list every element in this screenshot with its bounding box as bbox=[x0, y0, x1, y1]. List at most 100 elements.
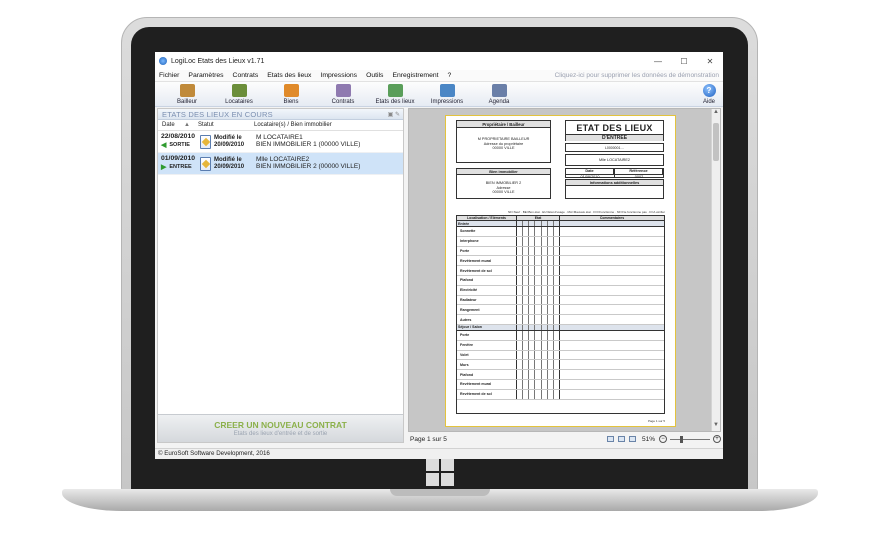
zoom-slider-thumb[interactable] bbox=[680, 435, 684, 443]
zoom-out-icon[interactable]: − bbox=[659, 435, 667, 443]
menu-impressions[interactable]: Impressions bbox=[320, 72, 357, 79]
new-contract-button[interactable]: CREER UN NOUVEAU CONTRAT Etats des lieux… bbox=[158, 414, 403, 442]
list-item[interactable]: 22/08/2010 ◀ SORTIE Modifié le 20/09/201… bbox=[158, 131, 403, 153]
toolbar-label: Agenda bbox=[488, 99, 510, 105]
zoom-slider[interactable] bbox=[670, 435, 710, 443]
menu-outils[interactable]: Outils bbox=[366, 72, 383, 79]
grid-state-cells bbox=[517, 285, 560, 295]
menu-contrats[interactable]: Contrats bbox=[233, 72, 259, 79]
grid-item-row: Fenêtre bbox=[457, 340, 664, 351]
remove-demo-data-link[interactable]: Cliquez-ici pour supprimer les données d… bbox=[555, 72, 719, 79]
ref-cell: Référence 0002 bbox=[615, 169, 663, 179]
grid-state-cells bbox=[517, 360, 560, 370]
grid-row-label: Volet bbox=[457, 350, 517, 360]
toolbar-label: Impressions bbox=[430, 99, 464, 105]
menu-etats-des-lieux[interactable]: Etats des lieux bbox=[267, 72, 311, 79]
row-tenant: Mlle LOCATAIRE2 bbox=[256, 156, 310, 163]
maximize-button[interactable]: ☐ bbox=[671, 57, 697, 66]
title-bar: LogiLoc Etats des Lieux v1.71 — ☐ ✕ bbox=[155, 52, 723, 70]
column-date[interactable]: Date bbox=[158, 122, 184, 128]
row-status-date: 20/09/2010 bbox=[214, 141, 245, 148]
menu-help[interactable]: ? bbox=[448, 72, 452, 79]
inspection-grid: Localisation / Eléments Etat Commentaire… bbox=[456, 215, 665, 414]
grid-row-label: Sonnette bbox=[457, 227, 517, 236]
grid-row-label: Radiateur bbox=[457, 295, 517, 305]
toolbar-agenda-button[interactable]: Agenda bbox=[473, 84, 525, 106]
exit-arrow-icon: ◀ bbox=[161, 142, 167, 149]
column-status[interactable]: Statut bbox=[198, 122, 254, 128]
additional-info-box: Informations additionnelles bbox=[565, 179, 664, 199]
grid-item-row: Porte bbox=[457, 246, 664, 257]
sort-ascending-icon[interactable]: ▲ bbox=[184, 122, 198, 128]
grid-item-row: Porte bbox=[457, 330, 664, 341]
owner-header: Propriétaire / Bailleur bbox=[457, 121, 550, 128]
main-content: ETATS DES LIEUX EN COURS ▣ ✎ Date ▲ Stat… bbox=[155, 108, 723, 447]
edited-document-icon bbox=[200, 156, 211, 171]
row-status: Modifié le 20/09/2010 bbox=[214, 157, 244, 171]
row-date-cell: 22/08/2010 ◀ SORTIE bbox=[158, 131, 200, 152]
document-title-box: ETAT DES LIEUX D'ENTREE bbox=[565, 120, 664, 141]
scroll-thumb[interactable] bbox=[713, 123, 719, 161]
grid-state-cells bbox=[517, 324, 560, 330]
row-tenant-cell: M LOCATAIRE1 BIEN IMMOBILIER 1 (00000 VI… bbox=[256, 131, 403, 152]
zoom-in-icon[interactable]: + bbox=[713, 435, 721, 443]
grid-row-label: Revêtement de sol bbox=[457, 389, 517, 399]
toolbar-contrats-button[interactable]: Contrats bbox=[317, 84, 369, 106]
app-window: LogiLoc Etats des Lieux v1.71 — ☐ ✕ Fich… bbox=[155, 52, 723, 459]
grid-item-row: Plafond bbox=[457, 275, 664, 286]
help-icon: ? bbox=[702, 84, 716, 97]
single-page-view-icon[interactable] bbox=[606, 436, 614, 442]
house-icon bbox=[283, 84, 299, 97]
row-type: ▶ ENTREE bbox=[161, 163, 200, 171]
grid-state-cells bbox=[517, 227, 560, 236]
owner-box: Propriétaire / Bailleur M PROPRIETAIRE B… bbox=[456, 120, 551, 163]
multi-page-view-icon[interactable] bbox=[628, 436, 636, 442]
scroll-down-arrow-icon[interactable]: ▼ bbox=[712, 422, 720, 431]
toolbar-impressions-button[interactable]: Impressions bbox=[421, 84, 473, 106]
close-button[interactable]: ✕ bbox=[697, 57, 723, 66]
preview-scrollbar[interactable]: ▲ ▼ bbox=[711, 109, 720, 431]
grid-row-label: Autres bbox=[457, 315, 517, 324]
print-preview-panel[interactable]: Propriétaire / Bailleur M PROPRIETAIRE B… bbox=[408, 108, 721, 432]
row-date: 22/08/2010 bbox=[161, 133, 196, 140]
row-type: ◀ SORTIE bbox=[161, 141, 200, 149]
row-status-label: Modifié le bbox=[214, 134, 242, 141]
zoom-level: 51% bbox=[641, 435, 655, 443]
toolbar-label: Locataires bbox=[225, 99, 253, 105]
column-tenant-property[interactable]: Locataire(s) / Bien immobilier bbox=[254, 122, 403, 128]
zoom-controls: 51% − + bbox=[606, 435, 721, 443]
minimize-button[interactable]: — bbox=[645, 57, 671, 66]
list-item-selected[interactable]: 01/09/2010 ▶ ENTREE Modifié le 20/09/201… bbox=[158, 153, 403, 175]
menu-fichier[interactable]: Fichier bbox=[159, 72, 179, 79]
grid-row-label: Porte bbox=[457, 246, 517, 256]
toolbar-etats-des-lieux-button[interactable]: Etats des lieux bbox=[369, 84, 421, 106]
row-date-cell: 01/09/2010 ▶ ENTREE bbox=[158, 153, 200, 174]
preview-status-bar: Page 1 sur 5 51% − + bbox=[408, 433, 721, 445]
toolbar-bailleur-button[interactable]: Bailleur bbox=[161, 84, 213, 106]
grid-item-row: Interphone bbox=[457, 236, 664, 247]
menu-enregistrement[interactable]: Enregistrement bbox=[392, 72, 438, 79]
new-contract-subtitle: Etats des lieux d'entrée et de sortie bbox=[233, 431, 328, 437]
tenants-icon bbox=[231, 84, 247, 97]
property-city: 00000 VILLE bbox=[492, 190, 515, 194]
scroll-up-arrow-icon[interactable]: ▲ bbox=[712, 109, 720, 118]
grid-state-cells bbox=[517, 275, 560, 285]
toolbar-biens-button[interactable]: Biens bbox=[265, 84, 317, 106]
date-reference-box: Date 01/09/2010 Référence 0002 bbox=[565, 168, 664, 179]
landlord-icon bbox=[179, 84, 195, 97]
additional-info-header: Informations additionnelles bbox=[566, 180, 663, 186]
toolbar-aide-button[interactable]: ? Aide bbox=[695, 84, 723, 106]
row-status-label: Modifié le bbox=[214, 156, 242, 163]
document-title: ETAT DES LIEUX bbox=[576, 123, 653, 133]
grid-row-label: Revêtement de sol bbox=[457, 266, 517, 275]
grid-state-cells bbox=[517, 256, 560, 266]
two-page-view-icon[interactable] bbox=[617, 436, 625, 442]
menu-parametres[interactable]: Paramètres bbox=[188, 72, 223, 79]
page-indicator: Page 1 sur 5 bbox=[410, 435, 447, 443]
panel-header-icons[interactable]: ▣ ✎ bbox=[388, 111, 400, 118]
inventory-checklist-icon bbox=[387, 84, 403, 97]
grid-row-label: Fenêtre bbox=[457, 340, 517, 350]
windows-logo-icon bbox=[426, 458, 454, 486]
grid-item-row: Revêtement de sol bbox=[457, 389, 664, 400]
toolbar-locataires-button[interactable]: Locataires bbox=[213, 84, 265, 106]
